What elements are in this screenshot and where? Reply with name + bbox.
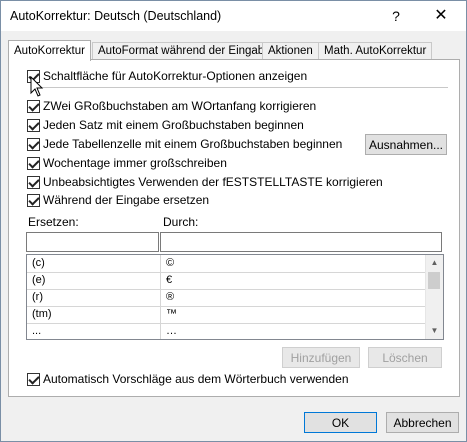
replace-input[interactable]	[26, 232, 159, 252]
list-item[interactable]: (c) ©	[27, 255, 425, 273]
sentence-caps-label[interactable]: Jeden Satz mit einem Großbuchstaben begi…	[43, 118, 304, 132]
list-item[interactable]: (r) ®	[27, 289, 425, 307]
title-bar[interactable]: AutoKorrektur: Deutsch (Deutschland) ? ✕	[1, 1, 466, 31]
scroll-down-icon[interactable]: ▼	[426, 323, 443, 339]
dictionary-suggestions-checkbox[interactable]	[27, 373, 40, 386]
tab-autoformat[interactable]: AutoFormat während der Eingabe	[92, 42, 277, 60]
two-initial-caps-label[interactable]: ZWei GRoßbuchstaben am WOrtanfang korrig…	[43, 99, 316, 113]
exceptions-button[interactable]: Ausnahmen...	[365, 134, 447, 155]
mouse-pointer-icon	[30, 76, 44, 97]
weekday-caps-checkbox[interactable]	[27, 157, 40, 170]
two-initial-caps-checkbox[interactable]	[27, 100, 40, 113]
list-item[interactable]: (tm) ™	[27, 306, 425, 324]
entry-to: ®	[166, 291, 175, 303]
ok-button[interactable]: OK	[304, 412, 377, 433]
capslock-fix-label[interactable]: Unbeabsichtigtes Verwenden der fESTSTELL…	[43, 175, 383, 189]
tab-aktionen[interactable]: Aktionen	[262, 42, 319, 60]
entry-from: (c)	[32, 257, 45, 269]
delete-button[interactable]: Löschen	[368, 347, 442, 368]
add-button[interactable]: Hinzufügen	[282, 347, 360, 368]
vertical-scrollbar[interactable]: ▲ ▼	[425, 255, 443, 339]
entry-to: …	[166, 325, 177, 337]
separator	[36, 87, 448, 88]
scroll-thumb[interactable]	[428, 272, 440, 289]
entry-from: (r)	[32, 291, 43, 303]
entry-from: ...	[32, 325, 42, 337]
table-cell-caps-label[interactable]: Jede Tabellenzelle mit einem Großbuchsta…	[43, 137, 342, 151]
window-title: AutoKorrektur: Deutsch (Deutschland)	[10, 9, 222, 23]
table-cell-caps-checkbox[interactable]	[27, 138, 40, 151]
sentence-caps-checkbox[interactable]	[27, 119, 40, 132]
entry-from: (tm)	[32, 308, 52, 320]
tab-math-autokorrektur[interactable]: Math. AutoKorrektur	[318, 42, 433, 60]
show-buttons-label[interactable]: Schaltfläche für AutoKorrektur-Optionen …	[43, 69, 307, 83]
list-item[interactable]: (e) €	[27, 272, 425, 290]
entry-to: €	[166, 274, 173, 286]
autocorrect-dialog: AutoKorrektur: Deutsch (Deutschland) ? ✕…	[0, 0, 467, 442]
entry-to: ™	[166, 308, 177, 320]
replace-label: Ersetzen:	[28, 215, 79, 229]
replacement-list[interactable]: (c) © (e) € (r) ® (tm) ™ ... … ▲ ▼	[26, 254, 444, 340]
tab-autokorrektur[interactable]: AutoKorrektur	[8, 40, 91, 61]
dictionary-suggestions-label[interactable]: Automatisch Vorschläge aus dem Wörterbuc…	[43, 372, 349, 386]
cancel-button[interactable]: Abbrechen	[386, 412, 459, 433]
with-input[interactable]	[160, 232, 442, 252]
help-button[interactable]: ?	[374, 1, 418, 31]
weekday-caps-label[interactable]: Wochentage immer großschreiben	[43, 156, 227, 170]
replace-while-typing-label[interactable]: Während der Eingabe ersetzen	[43, 193, 209, 207]
entry-to: ©	[166, 257, 175, 269]
entry-from: (e)	[32, 274, 46, 286]
close-button[interactable]: ✕	[419, 1, 463, 31]
replace-while-typing-checkbox[interactable]	[27, 194, 40, 207]
capslock-fix-checkbox[interactable]	[27, 176, 40, 189]
list-item[interactable]: ... …	[27, 323, 425, 339]
with-label: Durch:	[163, 215, 199, 229]
scroll-up-icon[interactable]: ▲	[426, 255, 443, 271]
